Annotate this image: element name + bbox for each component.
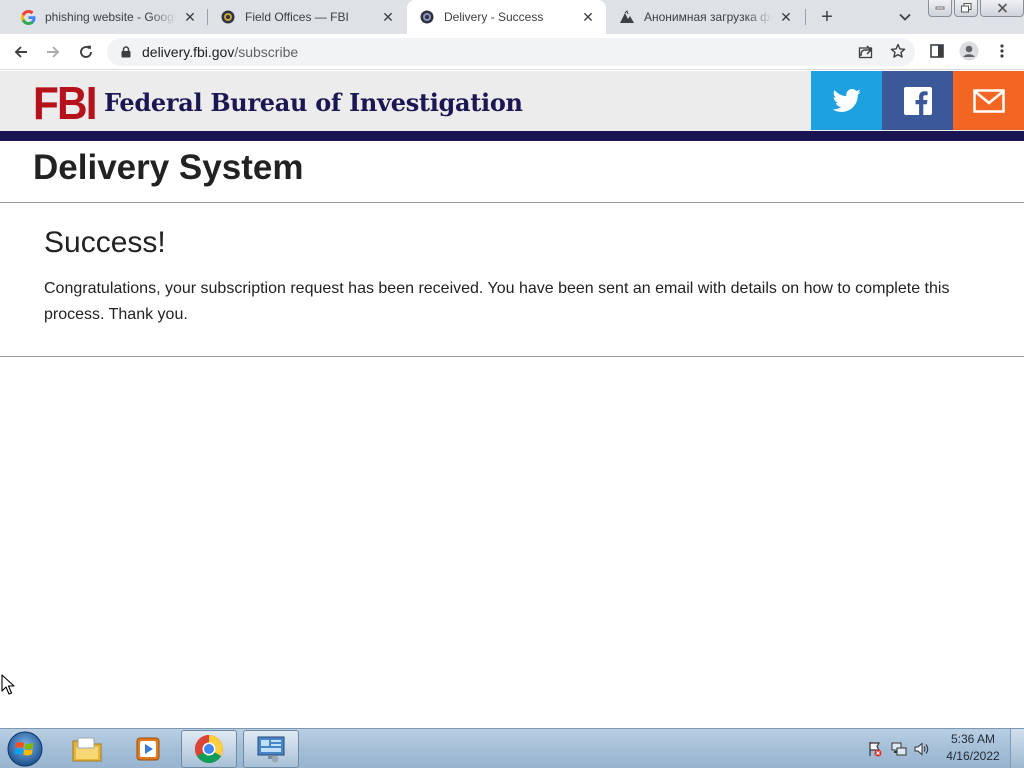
mouse-pointer-icon	[1, 674, 15, 695]
taskbar-explorer[interactable]	[59, 730, 115, 768]
page-title: Delivery System	[33, 148, 304, 187]
reload-button[interactable]	[74, 40, 98, 64]
fbi-seal-icon	[220, 9, 236, 25]
facebook-share-button[interactable]	[882, 71, 954, 130]
star-icon	[890, 43, 906, 58]
restore-icon	[960, 3, 971, 13]
tab-title: Анонимная загрузка фа	[644, 10, 772, 24]
email-share-button[interactable]	[953, 71, 1024, 130]
taskbar-control-panel[interactable]	[243, 730, 299, 768]
minimize-icon	[935, 6, 945, 10]
tab-delivery-success[interactable]: Delivery - Success ✕	[407, 0, 606, 34]
media-player-icon	[136, 737, 160, 761]
close-window-button[interactable]	[980, 0, 1024, 17]
email-icon	[973, 88, 1005, 113]
system-clock[interactable]: 5:36 AM 4/16/2022	[940, 731, 1006, 765]
close-tab-icon[interactable]: ✕	[182, 9, 198, 25]
close-tab-icon[interactable]: ✕	[580, 9, 596, 25]
twitter-icon	[832, 88, 861, 112]
chevron-down-icon	[899, 13, 911, 21]
bookmark-button[interactable]	[887, 40, 909, 62]
forward-button[interactable]	[41, 40, 65, 64]
upload-site-icon	[619, 9, 635, 25]
profile-avatar-icon	[959, 41, 979, 61]
action-center-icon[interactable]	[866, 740, 884, 758]
new-tab-button[interactable]: +	[815, 5, 839, 29]
share-icon	[858, 45, 873, 59]
google-g-icon	[20, 9, 36, 25]
clock-date: 4/16/2022	[946, 749, 1000, 763]
fbi-seal-icon	[419, 9, 435, 25]
address-bar[interactable]: delivery.fbi.gov/subscribe	[107, 38, 915, 66]
tab-strip: phishing website - Google ✕ Field Office…	[0, 0, 1024, 34]
minimize-button[interactable]	[928, 0, 952, 17]
show-desktop-button[interactable]	[1010, 729, 1024, 768]
windows-start-orb-icon	[7, 731, 43, 767]
side-panel-icon	[930, 44, 944, 58]
fbi-logo[interactable]: FBI	[33, 80, 98, 126]
back-button[interactable]	[9, 40, 33, 64]
arrow-left-icon	[14, 46, 27, 58]
close-icon	[997, 3, 1007, 13]
start-button[interactable]	[5, 730, 45, 768]
reload-icon	[80, 45, 92, 58]
tab-title: Delivery - Success	[444, 10, 544, 24]
clock-time: 5:36 AM	[950, 732, 996, 746]
taskbar-media-player[interactable]	[120, 730, 176, 768]
browser-menu-button[interactable]	[991, 40, 1013, 62]
twitter-share-button[interactable]	[811, 71, 883, 130]
control-panel-icon	[257, 736, 285, 763]
arrow-right-icon	[47, 46, 60, 58]
tab-search-button[interactable]	[894, 6, 916, 28]
network-icon[interactable]	[890, 740, 908, 758]
side-panel-button[interactable]	[926, 40, 948, 62]
tab-anonymous-upload[interactable]: Анонимная загрузка фа ✕	[607, 0, 804, 34]
restore-button[interactable]	[954, 0, 978, 17]
lock-icon	[119, 45, 133, 59]
tab-field-offices[interactable]: Field Offices — FBI ✕	[208, 0, 406, 34]
url-path: /subscribe	[234, 44, 299, 60]
volume-icon[interactable]	[913, 740, 931, 758]
agency-name[interactable]: Federal Bureau of Investigation	[104, 88, 523, 117]
windows-explorer-icon	[72, 737, 102, 762]
tab-title: Field Offices — FBI	[245, 10, 349, 24]
chrome-icon	[195, 735, 223, 763]
close-tab-icon[interactable]: ✕	[380, 9, 396, 25]
share-button[interactable]	[855, 40, 877, 62]
tab-google-search[interactable]: phishing website - Google ✕	[8, 0, 208, 34]
tab-title: phishing website - Google	[45, 10, 176, 24]
url-host: delivery.fbi.gov	[142, 44, 235, 60]
header-accent-band	[0, 131, 1024, 141]
window-controls	[928, 0, 1024, 17]
divider	[0, 356, 1024, 357]
site-header: FBI Federal Bureau of Investigation	[0, 71, 1024, 131]
success-message: Congratulations, your subscription reque…	[44, 280, 950, 323]
profile-button[interactable]	[958, 40, 980, 62]
success-heading: Success!	[44, 226, 166, 259]
taskbar-chrome[interactable]	[181, 730, 237, 768]
close-tab-icon[interactable]: ✕	[778, 9, 794, 25]
tab-separator	[805, 9, 806, 25]
browser-toolbar: delivery.fbi.gov/subscribe	[0, 34, 1024, 70]
divider	[0, 202, 1024, 203]
url-text: delivery.fbi.gov/subscribe	[142, 44, 298, 60]
screen: phishing website - Google ✕ Field Office…	[0, 0, 1024, 768]
facebook-icon	[904, 86, 932, 115]
kebab-menu-icon	[1000, 44, 1004, 58]
